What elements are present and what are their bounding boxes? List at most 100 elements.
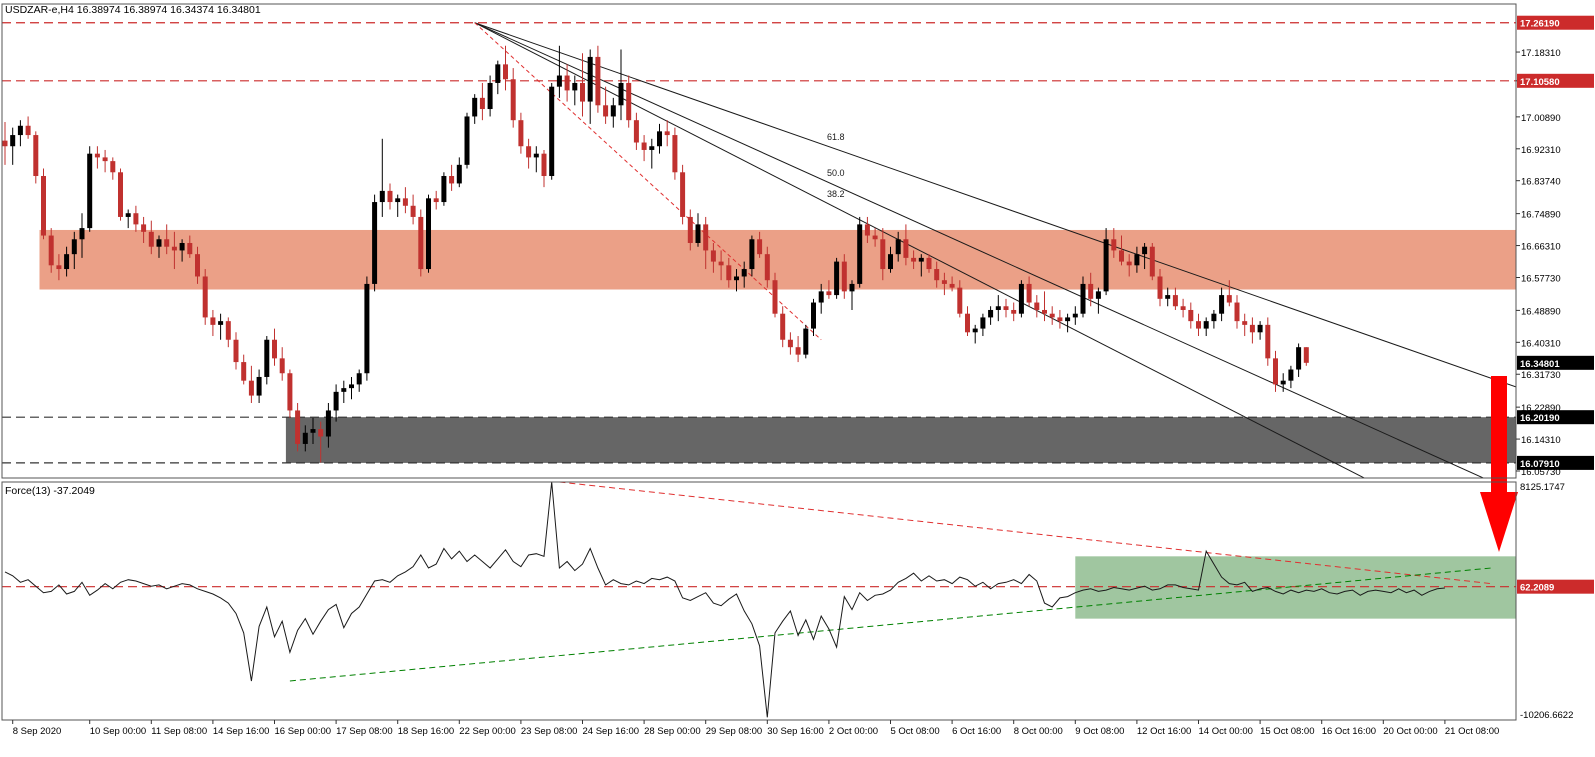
- candle-body: [449, 176, 455, 184]
- candle-body: [949, 283, 955, 288]
- candle-body: [1111, 239, 1117, 251]
- candle-body: [1065, 317, 1071, 322]
- candle: [626, 75, 632, 128]
- candle-body: [1303, 347, 1309, 363]
- candle-body: [472, 97, 478, 117]
- candle-body: [218, 321, 224, 325]
- candle-body: [734, 276, 739, 281]
- candle-body: [818, 291, 824, 303]
- time-axis-label: 8 Oct 00:00: [1014, 726, 1063, 737]
- candle: [87, 146, 93, 232]
- candle-body: [372, 202, 378, 284]
- candle-body: [164, 239, 170, 247]
- candle-body: [1234, 302, 1240, 322]
- price-axis-label: 16.48890: [1521, 306, 1561, 317]
- candle-body: [580, 82, 585, 102]
- candle-body: [1296, 347, 1302, 370]
- candle: [672, 127, 678, 180]
- candle-body: [633, 120, 639, 143]
- candle-body: [1142, 246, 1148, 255]
- candle-body: [141, 224, 147, 232]
- candle-body: [503, 64, 508, 80]
- candle-body: [695, 224, 701, 243]
- candle-body: [1080, 283, 1086, 314]
- candle-body: [310, 429, 316, 433]
- candle-body: [1226, 295, 1232, 303]
- candle-body: [325, 410, 331, 437]
- candle-body: [510, 79, 516, 121]
- candle-body: [811, 302, 816, 329]
- candle-body: [33, 135, 39, 177]
- candle-body: [1119, 250, 1124, 262]
- force-axis-label: 8125.1747: [1520, 482, 1565, 493]
- candle-body: [518, 120, 524, 147]
- candle-body: [957, 287, 963, 314]
- candle-body: [710, 250, 716, 262]
- candle-body: [349, 384, 354, 389]
- candle-body: [279, 358, 285, 374]
- candle-body: [965, 313, 970, 333]
- candle-body: [1126, 261, 1132, 266]
- candle-body: [25, 125, 31, 136]
- candle-body: [757, 239, 763, 255]
- time-axis-label: 12 Oct 16:00: [1137, 726, 1191, 737]
- candle-body: [872, 235, 878, 240]
- candle: [202, 269, 208, 325]
- candle-body: [248, 380, 254, 396]
- candle-body: [179, 242, 185, 251]
- candle-body: [210, 317, 216, 325]
- candle-body: [918, 257, 924, 262]
- candle-body: [402, 198, 408, 206]
- candle-body: [1026, 283, 1032, 303]
- candle-body: [1157, 276, 1163, 299]
- candle-body: [195, 254, 200, 277]
- candle-body: [202, 276, 208, 318]
- candle-body: [1057, 317, 1063, 322]
- force-panel-header: Force(13) -37.2049: [5, 485, 95, 497]
- candle-body: [741, 269, 747, 277]
- time-axis-label: 21 Oct 08:00: [1445, 726, 1499, 737]
- candle-body: [718, 261, 724, 266]
- candle-body: [1095, 291, 1101, 299]
- candle-body: [495, 64, 501, 83]
- candle: [1018, 280, 1024, 318]
- price-axis-label: 16.83740: [1521, 177, 1561, 188]
- candle-body: [379, 190, 385, 203]
- price-axis-label: 16.92310: [1521, 145, 1561, 156]
- candle-body: [857, 224, 863, 284]
- candle-body: [410, 205, 416, 217]
- candle-body: [10, 135, 16, 147]
- candle-body: [787, 339, 793, 348]
- candle-body: [895, 239, 901, 255]
- candle-body: [302, 432, 308, 444]
- candle-body: [603, 105, 609, 117]
- price-level-tag-2: 16.20190: [1520, 413, 1560, 424]
- candle-body: [988, 309, 994, 318]
- candle-body: [64, 254, 70, 270]
- fib-fan-label-1: 50.0: [827, 168, 845, 178]
- candle-body: [626, 82, 632, 121]
- candle-body: [479, 97, 485, 110]
- candle-body: [1011, 309, 1017, 314]
- candle-body: [356, 373, 362, 385]
- candle: [418, 209, 424, 277]
- candle-body: [333, 391, 339, 411]
- candle-body: [87, 153, 93, 229]
- candle: [118, 168, 123, 221]
- time-axis-label: 20 Oct 00:00: [1383, 726, 1437, 737]
- chart-background: [0, 0, 1595, 752]
- candle-body: [934, 269, 940, 281]
- current-price-tag: 16.34801: [1520, 359, 1560, 370]
- price-level-tag-0: 17.26190: [1520, 19, 1560, 30]
- candle-body: [94, 153, 100, 158]
- candle-body: [1203, 321, 1209, 329]
- candle-body: [1049, 313, 1055, 318]
- candle-body: [272, 339, 277, 359]
- candle-body: [972, 328, 978, 333]
- candle-body: [256, 376, 262, 396]
- candle-body: [287, 373, 293, 411]
- candle-body: [641, 142, 647, 150]
- candle-body: [1249, 324, 1255, 333]
- candle-body: [341, 388, 347, 392]
- candle-body: [549, 86, 555, 177]
